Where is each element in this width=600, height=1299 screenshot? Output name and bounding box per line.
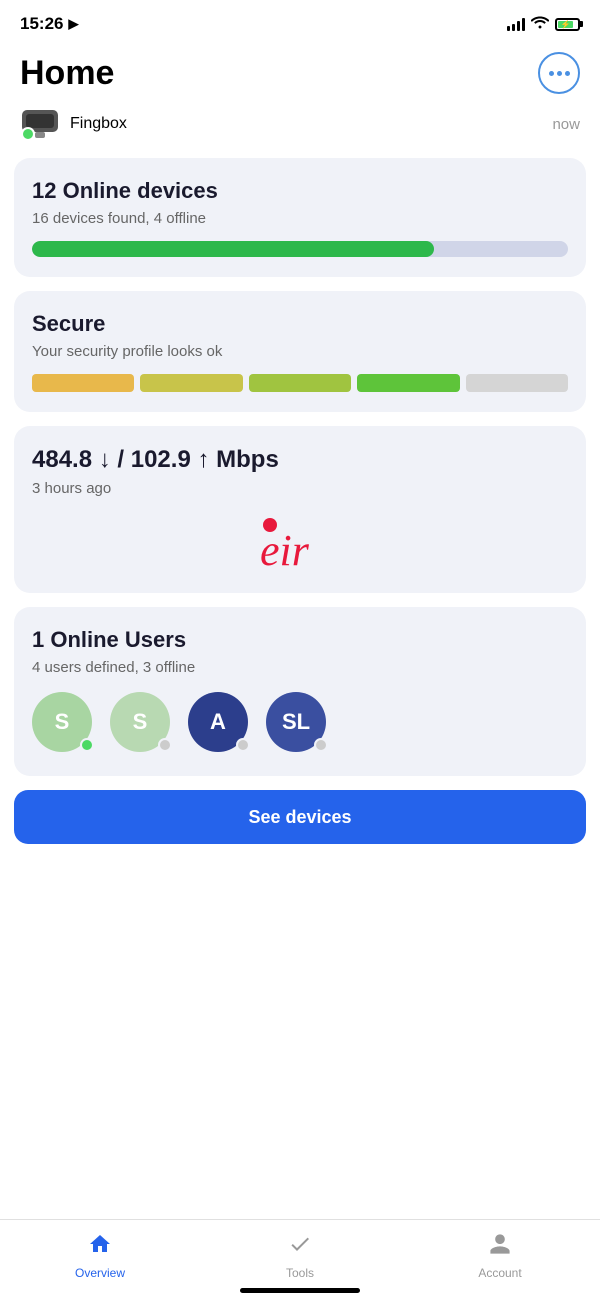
security-block-5 [466, 374, 568, 392]
security-subtitle: Your security profile looks ok [32, 343, 568, 360]
nav-account[interactable]: Account [400, 1220, 600, 1283]
page-title: Home [20, 54, 114, 93]
nav-tools-label: Tools [286, 1266, 314, 1280]
devices-detail: 16 devices found, 4 offline [32, 210, 568, 227]
status-icons: ⚡ [507, 15, 580, 34]
nav-overview-label: Overview [75, 1266, 125, 1280]
security-block-4 [357, 374, 459, 392]
signal-icon [507, 17, 525, 31]
more-icon [549, 71, 570, 76]
fingbox-info: Fingbox [20, 104, 127, 144]
users-count: 1 Online Users [32, 627, 568, 653]
avatar-status-1 [80, 738, 94, 752]
see-devices-label: See devices [248, 807, 351, 828]
home-indicator [240, 1288, 360, 1293]
avatar-status-4 [314, 738, 328, 752]
wifi-icon [531, 15, 549, 34]
user-avatar-4: SL [266, 692, 330, 756]
speed-timestamp: 3 hours ago [32, 480, 568, 497]
isp-logo: eir [32, 513, 568, 573]
tools-icon [288, 1232, 312, 1262]
avatar-status-2 [158, 738, 172, 752]
speed-card[interactable]: 484.8 ↓ / 102.9 ↑ Mbps 3 hours ago eir [14, 426, 586, 593]
fingbox-timestamp: now [552, 116, 580, 133]
status-time: 15:26 ▶ [20, 14, 78, 34]
security-blocks [32, 374, 568, 392]
speed-value: 484.8 ↓ / 102.9 ↑ Mbps [32, 446, 568, 474]
fingbox-icon [20, 104, 60, 144]
security-block-2 [140, 374, 242, 392]
header: Home [0, 44, 600, 94]
security-block-1 [32, 374, 134, 392]
devices-progress-bar [32, 241, 568, 257]
nav-overview[interactable]: Overview [0, 1220, 200, 1283]
more-button[interactable] [538, 52, 580, 94]
user-avatar-1: S [32, 692, 96, 756]
location-icon: ▶ [68, 16, 78, 32]
devices-card[interactable]: 12 Online devices 16 devices found, 4 of… [14, 158, 586, 277]
security-title: Secure [32, 311, 568, 337]
bottom-nav: Overview Tools Account [0, 1219, 600, 1299]
battery-icon: ⚡ [555, 18, 580, 31]
devices-count: 12 Online devices [32, 178, 568, 204]
devices-progress-fill [32, 241, 434, 257]
avatar-status-3 [236, 738, 250, 752]
status-bar: 15:26 ▶ ⚡ [0, 0, 600, 44]
time-display: 15:26 [20, 14, 63, 34]
fingbox-row: Fingbox now [0, 94, 600, 158]
svg-text:eir: eir [260, 526, 310, 573]
account-icon [488, 1232, 512, 1262]
nav-account-label: Account [478, 1266, 521, 1280]
user-avatars-list: S S A SL [32, 692, 568, 756]
security-card[interactable]: Secure Your security profile looks ok [14, 291, 586, 412]
nav-tools[interactable]: Tools [200, 1220, 400, 1283]
see-devices-button[interactable]: See devices [14, 790, 586, 844]
users-card[interactable]: 1 Online Users 4 users defined, 3 offlin… [14, 607, 586, 776]
fingbox-name: Fingbox [70, 115, 127, 133]
home-icon [88, 1232, 112, 1262]
users-detail: 4 users defined, 3 offline [32, 659, 568, 676]
security-block-3 [249, 374, 351, 392]
user-avatar-3: A [188, 692, 252, 756]
user-avatar-2: S [110, 692, 174, 756]
